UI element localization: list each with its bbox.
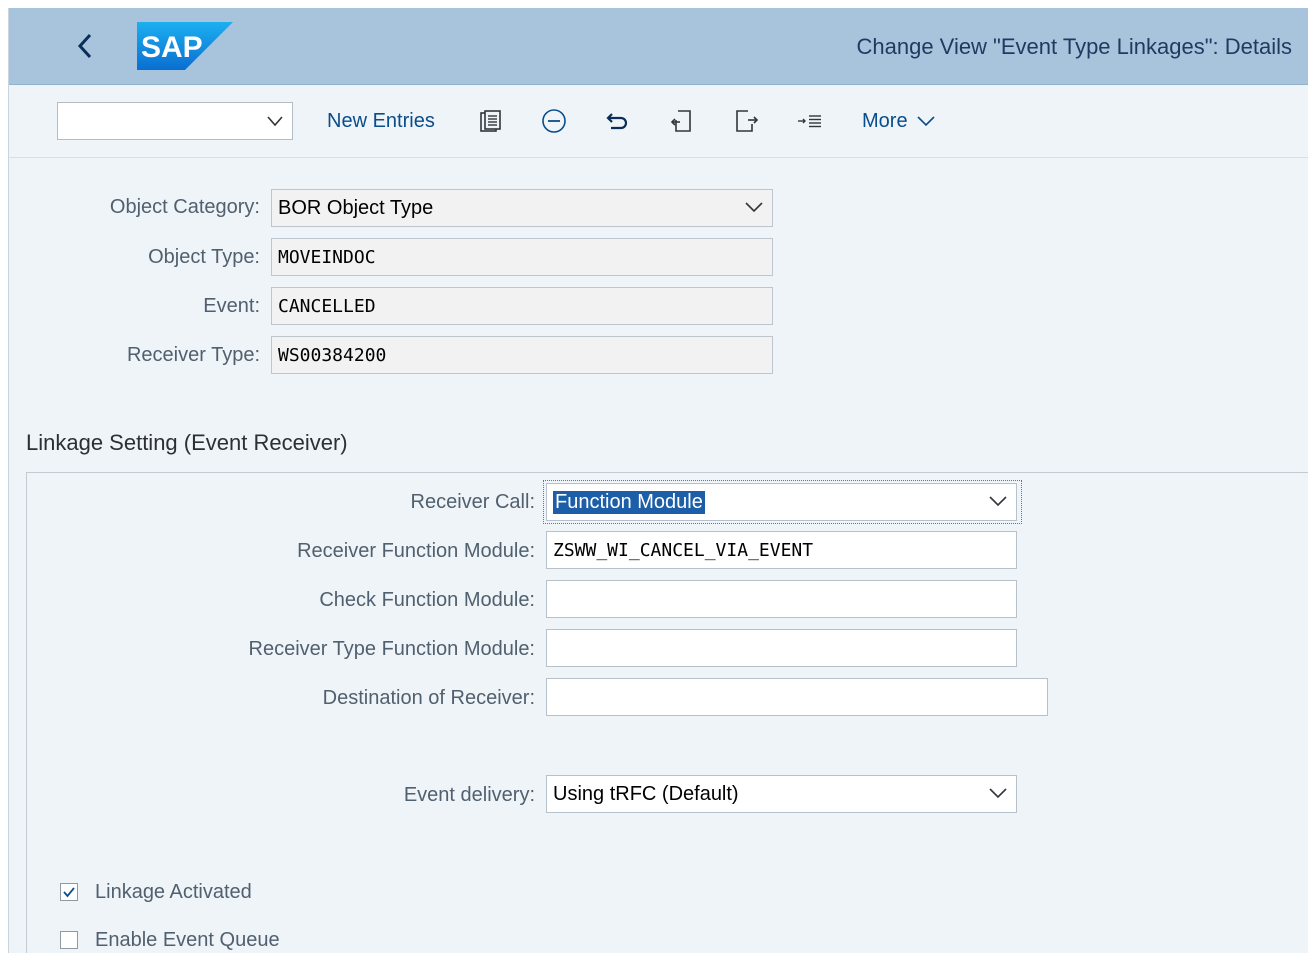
destination-of-receiver-input[interactable] xyxy=(546,678,1048,716)
object-type-label: Object Type: xyxy=(148,246,260,268)
shell-header: SAP Change View "Event Type Linkages": D… xyxy=(9,8,1308,85)
check-function-module-input[interactable] xyxy=(546,580,1017,618)
undo-button[interactable] xyxy=(603,104,633,138)
toolbar: New Entries More xyxy=(9,85,1308,158)
app-window: SAP Change View "Event Type Linkages": D… xyxy=(8,8,1308,953)
object-category-label: Object Category: xyxy=(109,196,260,218)
chevron-down-icon xyxy=(267,116,283,127)
receiver-call-select[interactable]: Function Module xyxy=(546,483,1017,521)
receiver-type-field: WS00384200 xyxy=(271,336,773,374)
new-entries-label: New Entries xyxy=(327,109,435,132)
more-label: More xyxy=(862,109,908,132)
check-function-module-label: Check Function Module: xyxy=(319,589,535,611)
receiver-type-function-module-label: Receiver Type Function Module: xyxy=(248,638,535,660)
undo-icon xyxy=(606,113,628,130)
receiver-type-value: WS00384200 xyxy=(278,344,387,366)
chevron-left-icon xyxy=(77,33,92,59)
destination-of-receiver-label: Destination of Receiver: xyxy=(322,687,535,709)
event-value: CANCELLED xyxy=(278,295,376,317)
enable-event-queue-checkbox[interactable] xyxy=(60,931,78,949)
enable-event-queue-label: Enable Event Queue xyxy=(95,929,280,951)
event-delivery-value: Using tRFC (Default) xyxy=(553,782,739,805)
toolbar-action-dropdown[interactable] xyxy=(57,102,293,140)
sap-logo-text: SAP xyxy=(141,31,203,64)
receiver-type-function-module-input[interactable] xyxy=(546,629,1017,667)
event-label: Event: xyxy=(203,295,260,317)
next-entry-button[interactable] xyxy=(731,104,761,138)
delete-button[interactable] xyxy=(539,104,569,138)
receiver-call-value: Function Module xyxy=(553,490,705,514)
previous-entry-icon xyxy=(670,110,691,132)
chevron-down-icon xyxy=(917,116,935,127)
more-button[interactable]: More xyxy=(862,104,936,138)
receiver-call-label: Receiver Call: xyxy=(410,491,535,513)
object-category-select[interactable]: BOR Object Type xyxy=(271,189,773,227)
object-type-value: MOVEINDOC xyxy=(278,246,376,268)
next-entry-icon xyxy=(736,110,759,132)
receiver-type-label: Receiver Type: xyxy=(126,344,260,366)
checkmark-icon xyxy=(63,887,75,898)
object-category-value: BOR Object Type xyxy=(278,196,434,219)
select-all-icon xyxy=(798,115,821,128)
receiver-function-module-label: Receiver Function Module: xyxy=(297,540,535,562)
chevron-down-icon xyxy=(989,496,1007,507)
event-delivery-select[interactable]: Using tRFC (Default) xyxy=(546,775,1017,813)
sap-logo: SAP xyxy=(137,22,233,70)
chevron-down-icon xyxy=(745,202,763,213)
select-all-button[interactable] xyxy=(795,104,825,138)
delete-icon xyxy=(542,109,566,133)
chevron-down-icon xyxy=(989,788,1007,799)
details-button[interactable] xyxy=(475,104,505,138)
receiver-function-module-value: ZSWW_WI_CANCEL_VIA_EVENT xyxy=(553,539,814,561)
page-title: Change View "Event Type Linkages": Detai… xyxy=(856,34,1292,59)
back-button[interactable] xyxy=(67,28,103,64)
linkage-section-title: Linkage Setting (Event Receiver) xyxy=(26,430,348,455)
new-entries-button[interactable]: New Entries xyxy=(327,104,435,138)
event-field: CANCELLED xyxy=(271,287,773,325)
linkage-activated-checkbox[interactable] xyxy=(60,883,78,901)
previous-entry-button[interactable] xyxy=(667,104,697,138)
details-icon xyxy=(480,110,501,132)
object-type-field: MOVEINDOC xyxy=(271,238,773,276)
linkage-activated-label: Linkage Activated xyxy=(95,881,252,903)
event-delivery-label: Event delivery: xyxy=(403,784,535,806)
receiver-function-module-input[interactable]: ZSWW_WI_CANCEL_VIA_EVENT xyxy=(546,531,1017,569)
